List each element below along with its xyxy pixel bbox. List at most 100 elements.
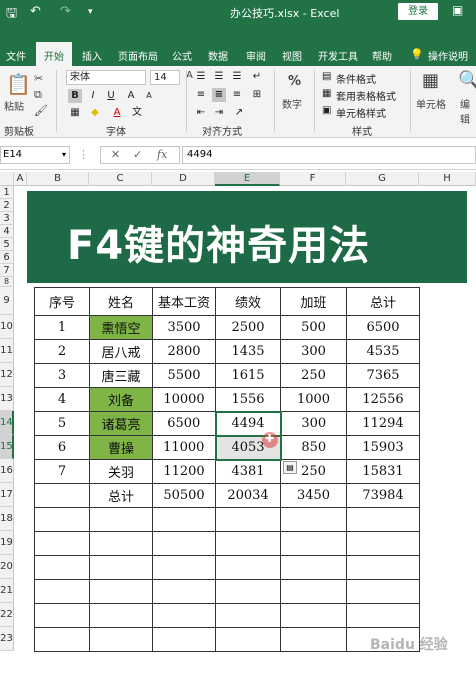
cell[interactable]: 6500 — [152, 411, 216, 436]
row-header[interactable]: 9 — [0, 287, 14, 315]
tab-review[interactable]: 审阅 — [246, 48, 266, 63]
cell[interactable]: 居八戒 — [89, 339, 153, 364]
align-center-icon[interactable]: ≡ — [212, 88, 226, 102]
cell[interactable] — [346, 603, 420, 628]
name-box[interactable]: E14 — [0, 146, 70, 164]
col-header-a[interactable]: A — [14, 172, 27, 186]
cell[interactable] — [280, 603, 347, 628]
cell[interactable]: 1615 — [215, 363, 281, 388]
select-all-corner[interactable] — [0, 172, 14, 186]
cell[interactable]: 3500 — [152, 315, 216, 340]
header-cell[interactable]: 基本工资 — [152, 287, 216, 316]
cell[interactable]: 7365 — [346, 363, 420, 388]
cell[interactable]: 4 — [34, 387, 90, 412]
align-top-icon[interactable]: ☰ — [194, 70, 208, 84]
enter-icon[interactable]: ✓ — [133, 148, 142, 161]
cell[interactable] — [89, 627, 153, 652]
cell[interactable]: 1000 — [280, 387, 347, 412]
header-cell[interactable]: 绩效 — [215, 287, 281, 316]
cell[interactable] — [280, 627, 347, 652]
row-header[interactable]: 7 — [0, 264, 14, 277]
name-box-dropdown-icon[interactable]: ▾ — [62, 150, 66, 159]
col-header-h[interactable]: H — [419, 172, 476, 186]
cell[interactable] — [215, 507, 281, 532]
cell[interactable]: 2500 — [215, 315, 281, 340]
cells-icon[interactable]: ▦ — [422, 70, 439, 91]
row-header[interactable]: 23 — [0, 627, 14, 651]
row-header[interactable]: 21 — [0, 579, 14, 603]
borders-icon[interactable]: ▦ — [68, 106, 82, 120]
underline-button[interactable]: U — [104, 89, 118, 103]
cell[interactable]: 1556 — [215, 387, 281, 412]
cell-styles-button[interactable]: 单元格样式 — [336, 105, 386, 120]
cell[interactable]: 2800 — [152, 339, 216, 364]
row-header[interactable]: 14 — [0, 411, 14, 435]
align-middle-icon[interactable]: ☰ — [212, 70, 226, 84]
row-header[interactable]: 1 — [0, 186, 14, 199]
cell[interactable] — [34, 627, 90, 652]
cell[interactable] — [152, 579, 216, 604]
paste-options-icon[interactable]: ▤ — [283, 461, 297, 474]
header-cell[interactable]: 序号 — [34, 287, 90, 316]
cell[interactable]: 10000 — [152, 387, 216, 412]
tab-home[interactable]: 开始 — [36, 42, 72, 66]
cell[interactable]: 300 — [280, 411, 347, 436]
number-group-label[interactable]: 数字 — [282, 96, 302, 111]
cell[interactable]: 1435 — [215, 339, 281, 364]
tab-help[interactable]: 帮助 — [372, 48, 392, 63]
ribbon-display-icon[interactable]: ▣ — [452, 3, 463, 17]
editing-icon[interactable]: 🔍 — [458, 70, 476, 91]
cell[interactable]: 3 — [34, 363, 90, 388]
cell[interactable]: 2 — [34, 339, 90, 364]
cell[interactable] — [280, 531, 347, 556]
row-header[interactable]: 18 — [0, 507, 14, 531]
font-size-down-button[interactable]: A — [142, 89, 156, 103]
number-format-icon[interactable]: % — [288, 74, 301, 89]
row-header[interactable]: 20 — [0, 555, 14, 579]
font-size-up-button[interactable]: A — [124, 89, 138, 103]
align-left-icon[interactable]: ≡ — [194, 88, 208, 102]
cell[interactable]: 3450 — [280, 483, 347, 508]
tab-insert[interactable]: 插入 — [82, 48, 102, 63]
cell[interactable] — [152, 603, 216, 628]
cell[interactable]: 7 — [34, 459, 90, 484]
cell[interactable]: 500 — [280, 315, 347, 340]
cell[interactable] — [152, 555, 216, 580]
cell[interactable] — [215, 627, 281, 652]
paste-icon[interactable]: 📋 — [6, 72, 31, 96]
save-icon[interactable]: 🖫 — [6, 4, 17, 26]
cell[interactable] — [34, 555, 90, 580]
cell[interactable]: 11000 — [152, 435, 216, 460]
cell[interactable]: 1 — [34, 315, 90, 340]
row-header[interactable]: 16 — [0, 459, 14, 483]
align-bottom-icon[interactable]: ☰ — [230, 70, 244, 84]
tab-file[interactable]: 文件 — [6, 48, 26, 63]
wrap-text-icon[interactable]: ↵ — [250, 70, 264, 84]
row-header[interactable]: 5 — [0, 238, 14, 251]
insert-function-icon[interactable]: fx — [157, 148, 167, 161]
cell[interactable] — [280, 579, 347, 604]
login-button[interactable]: 登录 — [398, 3, 438, 20]
increase-indent-icon[interactable]: ⇥ — [212, 106, 226, 120]
merge-cells-icon[interactable]: ⊞ — [250, 88, 264, 102]
cell[interactable] — [34, 603, 90, 628]
tab-view[interactable]: 视图 — [282, 48, 302, 63]
row-header[interactable]: 11 — [0, 339, 14, 363]
cell[interactable] — [215, 555, 281, 580]
cell[interactable]: 850 — [280, 435, 347, 460]
row-header[interactable]: 10 — [0, 315, 14, 339]
paste-label[interactable]: 粘贴 — [4, 98, 24, 113]
phonetic-icon[interactable]: 文 — [130, 106, 144, 120]
decrease-indent-icon[interactable]: ⇤ — [194, 106, 208, 120]
cell[interactable]: 6500 — [346, 315, 420, 340]
tab-data[interactable]: 数据 — [208, 48, 228, 63]
cell[interactable] — [89, 507, 153, 532]
col-header-e[interactable]: E — [215, 172, 280, 186]
conditional-format-button[interactable]: 条件格式 — [336, 71, 376, 86]
row-header[interactable]: 19 — [0, 531, 14, 555]
cells-label[interactable]: 单元格 — [416, 96, 446, 111]
cell[interactable]: 50500 — [152, 483, 216, 508]
cell[interactable] — [152, 531, 216, 556]
cell[interactable] — [34, 531, 90, 556]
cell[interactable] — [215, 603, 281, 628]
